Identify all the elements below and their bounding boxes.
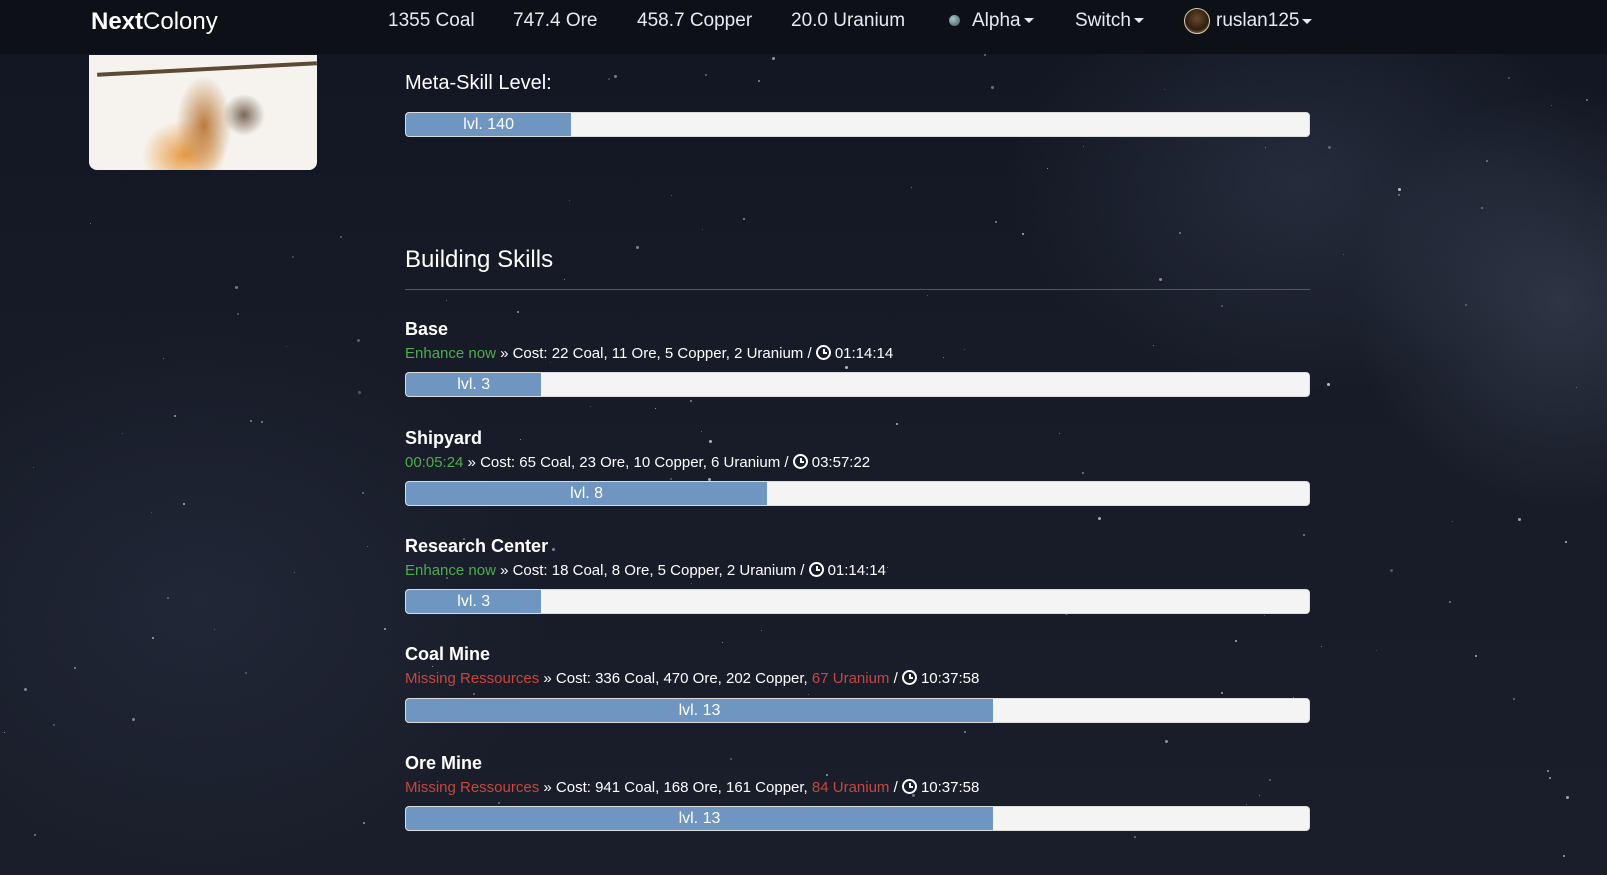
meta-skill-progress-fill: lvl. 140: [406, 113, 572, 136]
skill-progress-fill: lvl. 13: [406, 807, 993, 830]
meta-skill-progress-bar: lvl. 140: [405, 112, 1310, 137]
coal-resource: 1355 Coal: [388, 10, 475, 31]
section-title: Building Skills: [405, 246, 554, 273]
clock-icon: [901, 670, 917, 685]
user-dropdown[interactable]: ruslan125: [1184, 8, 1313, 34]
clock-icon: [901, 779, 917, 794]
skill-name-ore-mine: Ore Mine: [405, 753, 483, 773]
skill-progress-bar-ore-mine: lvl. 13: [405, 806, 1310, 831]
skill-cost-coal-mine: Missing Ressources » Cost: 336 Coal, 470…: [405, 670, 980, 687]
missing-resources-text: Missing Ressources: [405, 670, 540, 687]
uranium-resource: 20.0 Uranium: [791, 10, 906, 31]
skill-cost-base: Enhance now » Cost: 22 Coal, 11 Ore, 5 C…: [405, 345, 894, 362]
skill-progress-fill: lvl. 3: [406, 590, 542, 613]
brand-logo[interactable]: NextColony: [91, 8, 218, 36]
planet-icon: [949, 15, 960, 27]
skill-name-research-center: Research Center: [405, 536, 549, 556]
skill-cost-ore-mine: Missing Ressources » Cost: 941 Coal, 168…: [405, 779, 980, 796]
skill-cost-shipyard: 00:05:24 » Cost: 65 Coal, 23 Ore, 10 Cop…: [405, 454, 871, 471]
divider: [405, 289, 1310, 290]
planet-dropdown[interactable]: Alpha: [949, 10, 1034, 32]
copper-resource: 458.7 Copper: [637, 10, 753, 31]
skill-progress-bar-coal-mine: lvl. 13: [405, 698, 1310, 723]
top-navbar: NextColony 1355 Coal 747.4 Ore 458.7 Cop…: [0, 0, 1607, 54]
enhance-now-link[interactable]: Enhance now: [405, 345, 496, 362]
enhance-now-link[interactable]: Enhance now: [405, 562, 496, 579]
skill-progress-fill: lvl. 13: [406, 699, 993, 722]
ore-resource: 747.4 Ore: [513, 10, 598, 31]
skill-progress-bar-base: lvl. 3: [405, 372, 1310, 397]
skill-cost-research-center: Enhance now » Cost: 18 Coal, 8 Ore, 5 Co…: [405, 562, 886, 579]
skill-progress-bar-research-center: lvl. 3: [405, 589, 1310, 614]
meta-skill-label: Meta-Skill Level:: [405, 72, 552, 94]
clock-icon: [792, 454, 808, 469]
caret-down-icon: [1133, 18, 1144, 24]
countdown-timer: 00:05:24: [405, 454, 464, 471]
avatar: [1184, 8, 1210, 34]
clock-icon: [815, 345, 831, 360]
profile-image: [89, 55, 317, 170]
clock-icon: [808, 562, 824, 577]
skill-name-shipyard: Shipyard: [405, 428, 483, 448]
skill-progress-bar-shipyard: lvl. 8: [405, 481, 1310, 506]
skill-name-coal-mine: Coal Mine: [405, 644, 491, 664]
switch-dropdown[interactable]: Switch: [1075, 10, 1144, 32]
missing-resources-text: Missing Ressources: [405, 779, 540, 796]
caret-down-icon: [1023, 18, 1034, 24]
skill-name-base: Base: [405, 319, 449, 339]
skill-progress-fill: lvl. 8: [406, 482, 768, 505]
caret-down-icon: [1302, 18, 1313, 24]
skill-progress-fill: lvl. 3: [406, 373, 542, 396]
